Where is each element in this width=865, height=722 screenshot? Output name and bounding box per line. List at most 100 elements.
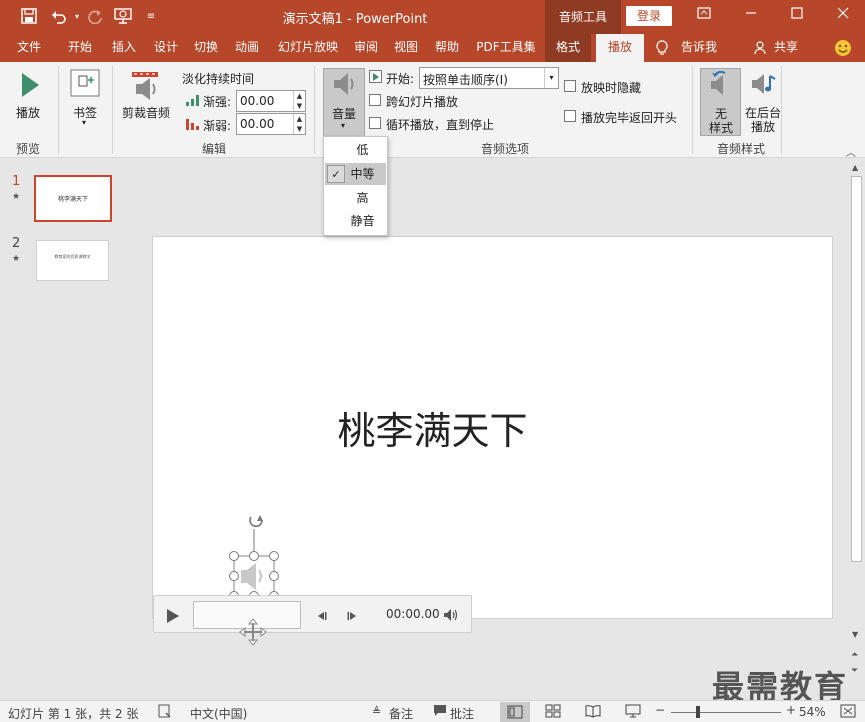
background-play-label-line2[interactable]: 播放 <box>751 118 775 135</box>
fit-to-window-icon[interactable] <box>840 704 856 721</box>
maximize-icon[interactable] <box>786 6 808 26</box>
ribbon-display-icon[interactable] <box>693 6 715 26</box>
tab-help[interactable]: 帮助 <box>428 34 466 62</box>
no-style-button[interactable]: 无 样式 <box>700 68 741 136</box>
tab-transitions[interactable]: 切换 <box>188 34 224 62</box>
separator <box>692 66 693 154</box>
share-button[interactable]: 共享 <box>770 34 802 62</box>
forward-icon[interactable] <box>347 610 359 624</box>
bookmark-icon[interactable] <box>70 69 100 100</box>
play-across-checkbox[interactable] <box>369 94 381 106</box>
start-select[interactable]: 按照单击顺序(I) ▾ <box>419 67 559 89</box>
audio-tools-label: 音频工具 <box>545 0 621 34</box>
scroll-up-icon[interactable]: ▲ <box>852 163 858 172</box>
login-button[interactable]: 登录 <box>626 6 672 26</box>
separator <box>58 66 59 154</box>
reading-view-icon[interactable] <box>585 704 601 721</box>
slideshow-view-icon[interactable] <box>625 704 641 721</box>
normal-view-button[interactable] <box>500 702 530 722</box>
next-slide-icon[interactable]: ⏷ <box>851 666 858 676</box>
vertical-scrollbar[interactable]: ▲ ▼ <box>848 160 865 644</box>
scroll-down-icon[interactable]: ▼ <box>852 630 858 639</box>
tab-view[interactable]: 视图 <box>388 34 424 62</box>
close-icon[interactable] <box>832 6 854 26</box>
smiley-icon[interactable] <box>834 39 852 60</box>
tab-animations[interactable]: 动画 <box>228 34 266 62</box>
rewind-checkbox[interactable] <box>564 110 576 122</box>
prev-slide-icon[interactable]: ⏶ <box>851 650 858 660</box>
zoom-out-icon[interactable]: − <box>655 703 665 717</box>
zoom-slider-thumb[interactable] <box>696 706 700 718</box>
start-select-value: 按照单击顺序(I) <box>423 73 508 87</box>
zoom-slider[interactable] <box>671 712 781 713</box>
no-style-icon <box>709 70 733 100</box>
collapse-ribbon-icon[interactable]: ︿ <box>846 144 856 159</box>
hide-label: 放映时隐藏 <box>581 81 642 95</box>
thumb-title: 桃李满天下 <box>57 196 88 203</box>
language-indicator[interactable]: 中文(中国) <box>190 705 247 722</box>
comments-button[interactable]: 批注 <box>450 705 474 722</box>
person-icon <box>754 41 768 58</box>
move-handle-icon[interactable] <box>238 617 268 650</box>
player-play-icon[interactable] <box>166 608 180 627</box>
tab-slideshow[interactable]: 幻灯片放映 <box>270 34 346 62</box>
volume-button[interactable]: 音量 ▾ <box>323 68 365 138</box>
volume-dropdown-icon: ▾ <box>341 121 346 130</box>
start-label: 开始: <box>386 72 415 86</box>
spin-arrows-icon[interactable]: ▲ ▼ <box>293 91 305 111</box>
volume-option-mute[interactable]: 静音 <box>325 210 386 232</box>
bookmark-dropdown-icon[interactable]: ▾ <box>82 118 86 127</box>
tab-insert[interactable]: 插入 <box>104 34 144 62</box>
spin-arrows-icon[interactable]: ▲ ▼ <box>293 114 305 134</box>
slide-title-text[interactable]: 桃李满天下 <box>0 400 865 455</box>
zoom-level[interactable]: 54% <box>799 705 826 719</box>
minimize-icon[interactable] <box>740 6 762 26</box>
tab-pdf-tools[interactable]: PDF工具集 <box>470 34 542 62</box>
tell-me-search[interactable]: 告诉我 <box>676 34 722 62</box>
fade-out-icon <box>186 118 200 133</box>
fade-out-input[interactable]: 00.00 ▲ ▼ <box>236 113 306 135</box>
chevron-down-icon[interactable]: ▾ <box>544 68 558 88</box>
trim-audio-label[interactable]: 剪裁音频 <box>122 104 170 121</box>
start-icon <box>369 70 383 87</box>
volume-option-low[interactable]: 低 <box>325 139 386 161</box>
slide-thumbnail-2[interactable]: 教育家的优质课教学 <box>36 240 109 281</box>
loop-checkbox[interactable] <box>369 117 381 129</box>
thumb-title: 教育家的优质课教学 <box>54 254 91 259</box>
slide-number-1: 1 <box>12 174 21 189</box>
speaker-icon <box>331 71 359 100</box>
tab-review[interactable]: 审阅 <box>348 34 384 62</box>
tab-design[interactable]: 设计 <box>146 34 186 62</box>
tab-home[interactable]: 开始 <box>60 34 100 62</box>
play-across-label: 跨幻灯片播放 <box>386 95 459 109</box>
volume-option-medium[interactable]: ✓ 中等 <box>325 163 386 185</box>
notes-button[interactable]: 备注 <box>389 705 413 722</box>
tab-file[interactable]: 文件 <box>6 34 52 62</box>
player-time: 00:00.00 <box>386 607 440 621</box>
hide-checkbox[interactable] <box>564 80 576 92</box>
accessibility-icon[interactable] <box>158 704 172 721</box>
player-volume-icon[interactable] <box>443 608 459 625</box>
group-editing: 编辑 <box>201 142 226 156</box>
fade-in-value: 00.00 <box>240 94 275 108</box>
rewind-icon[interactable] <box>315 610 327 624</box>
tab-format[interactable]: 格式 <box>545 34 591 62</box>
title-bar: ▾ ≡ 演示文稿1 - PowerPoint 音频工具 登录 <box>0 0 865 34</box>
volume-option-high[interactable]: 高 <box>325 187 386 209</box>
slide-thumbnail-1[interactable]: 桃李满天下 <box>34 175 112 222</box>
scroll-thumb[interactable] <box>851 176 862 562</box>
fade-in-input[interactable]: 00.00 ▲ ▼ <box>236 90 306 112</box>
zoom-in-icon[interactable]: + <box>786 703 796 717</box>
audio-player: 00:00.00 <box>153 595 472 633</box>
trim-audio-icon[interactable] <box>128 70 162 105</box>
play-icon[interactable] <box>20 72 40 101</box>
notes-icon: ≜ <box>372 705 382 718</box>
background-play-icon[interactable] <box>750 70 778 101</box>
tab-playback[interactable]: 播放 <box>596 34 644 62</box>
play-button-label[interactable]: 播放 <box>16 104 40 121</box>
volume-option-medium-label: 中等 <box>350 167 375 181</box>
fade-in-label: 渐强: <box>203 95 232 109</box>
no-style-label-line2: 样式 <box>709 121 734 135</box>
checkmark-icon: ✓ <box>327 165 345 183</box>
slide-sorter-icon[interactable] <box>545 704 561 721</box>
